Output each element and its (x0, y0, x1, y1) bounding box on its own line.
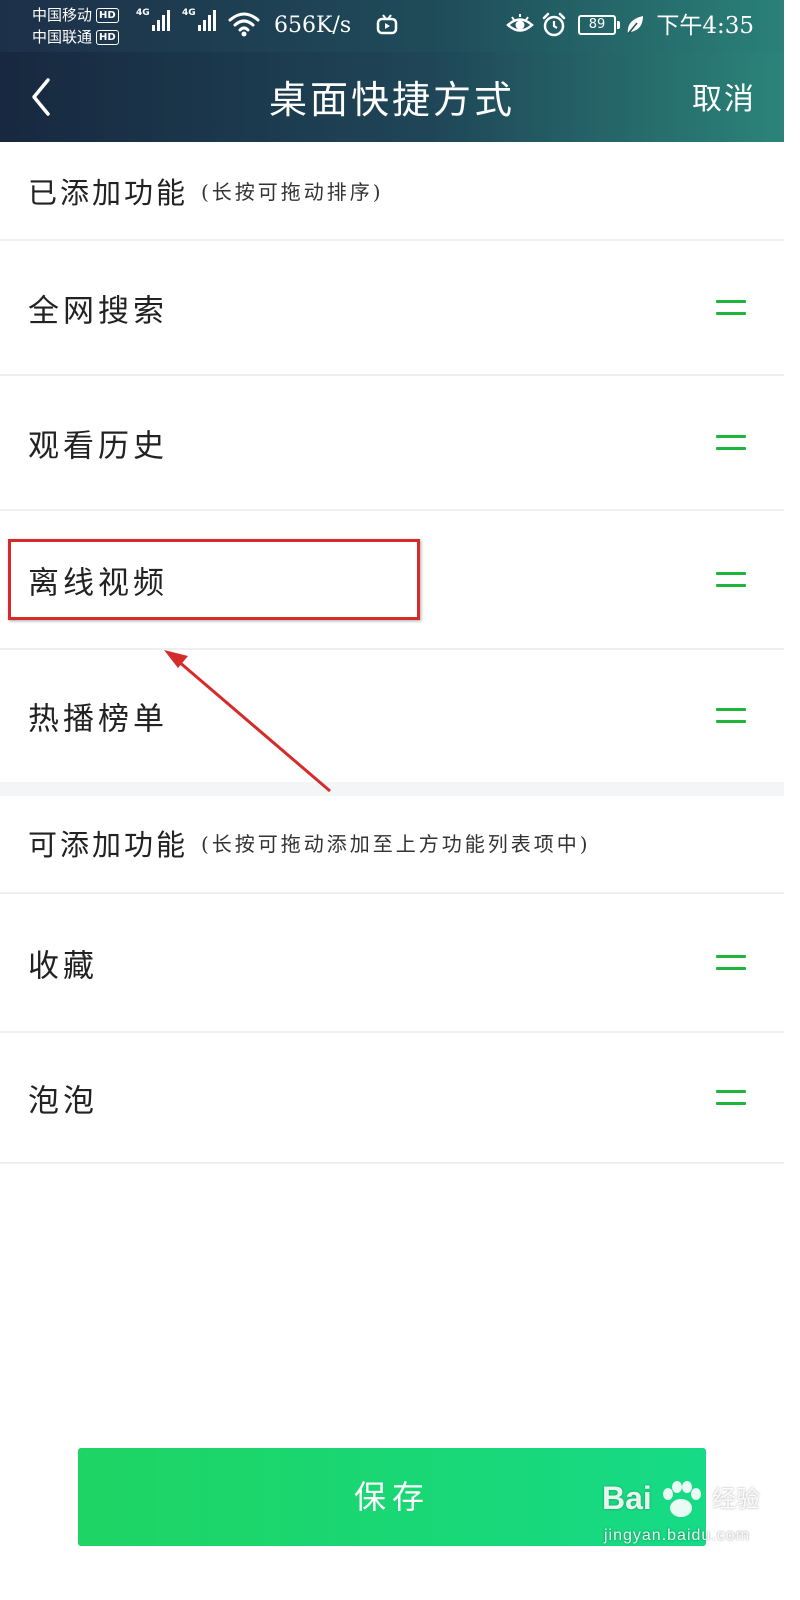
item-label: 全网搜索 (28, 293, 168, 329)
watermark-url: jingyan.baidu.com (604, 1527, 750, 1544)
tv-app-icon (376, 14, 398, 35)
available-section-header: 可添加功能 (长按可拖动添加至上方功能列表项中) (0, 796, 784, 894)
carrier-label-1: 中国移动 (32, 6, 93, 24)
available-section-hint: (长按可拖动添加至上方功能列表项中) (201, 832, 591, 856)
wifi-icon (228, 12, 260, 37)
hd-badge-1: HD (96, 7, 119, 23)
eye-comfort-icon (506, 14, 534, 32)
drag-handle-icon[interactable] (716, 1089, 746, 1106)
drag-handle-icon[interactable] (716, 299, 746, 316)
available-section-title: 可添加功能 (28, 828, 189, 862)
chevron-left-icon (32, 78, 50, 116)
item-label: 泡泡 (28, 1083, 98, 1119)
added-section-hint: (长按可拖动排序) (201, 180, 384, 204)
item-label: 收藏 (28, 948, 98, 984)
section-divider (0, 782, 784, 796)
network-speed: 656K/s (274, 13, 352, 38)
battery-tip (617, 21, 620, 29)
drag-handle-icon[interactable] (716, 954, 746, 971)
annotation-highlight-box (8, 539, 420, 620)
list-item-hot-ranking[interactable]: 热播榜单 (0, 650, 784, 782)
list-item-watch-history[interactable]: 观看历史 (0, 376, 784, 511)
carrier-label-2: 中国联通 (32, 28, 93, 46)
status-bar: 中国移动 HD 中国联通 HD 4G 4G 656K/s 89 下午4:35 (0, 0, 784, 52)
baidu-jingyan-watermark: Bai 经验 jingyan.baidu.com (600, 1478, 780, 1558)
carrier-info: 中国移动 HD 中国联通 HD (32, 4, 119, 48)
list-item-favorites[interactable]: 收藏 (0, 894, 784, 1033)
item-label: 热播榜单 (28, 701, 168, 738)
watermark-name: 经验 (712, 1485, 760, 1513)
paw-icon (663, 1481, 701, 1517)
battery-level: 89 (588, 17, 606, 32)
drag-handle-icon[interactable] (716, 434, 746, 451)
watermark-logo: Bai (602, 1480, 652, 1516)
leaf-icon (627, 16, 643, 35)
screen: 中国移动 HD 中国联通 HD 4G 4G 656K/s 89 下午4:35 桌… (0, 0, 784, 1568)
signal-icon-1: 4G (136, 8, 172, 31)
status-time: 下午4:35 (656, 13, 754, 39)
cancel-button[interactable]: 取消 (692, 52, 756, 148)
hd-badge-2: HD (96, 29, 119, 45)
page-title: 桌面快捷方式 (268, 78, 515, 122)
signal-icon-2: 4G (182, 8, 218, 31)
item-label: 观看历史 (28, 428, 168, 464)
added-section-header: 已添加功能 (长按可拖动排序) (0, 142, 784, 241)
list-item-bubble[interactable]: 泡泡 (0, 1033, 784, 1164)
back-button[interactable] (22, 74, 62, 120)
drag-handle-icon[interactable] (716, 571, 746, 588)
alarm-icon (542, 12, 566, 37)
battery-icon: 89 (578, 15, 616, 35)
drag-handle-icon[interactable] (716, 708, 746, 724)
list-item-global-search[interactable]: 全网搜索 (0, 241, 784, 376)
title-bar: 桌面快捷方式 取消 (0, 52, 784, 142)
added-section-title: 已添加功能 (28, 176, 189, 210)
